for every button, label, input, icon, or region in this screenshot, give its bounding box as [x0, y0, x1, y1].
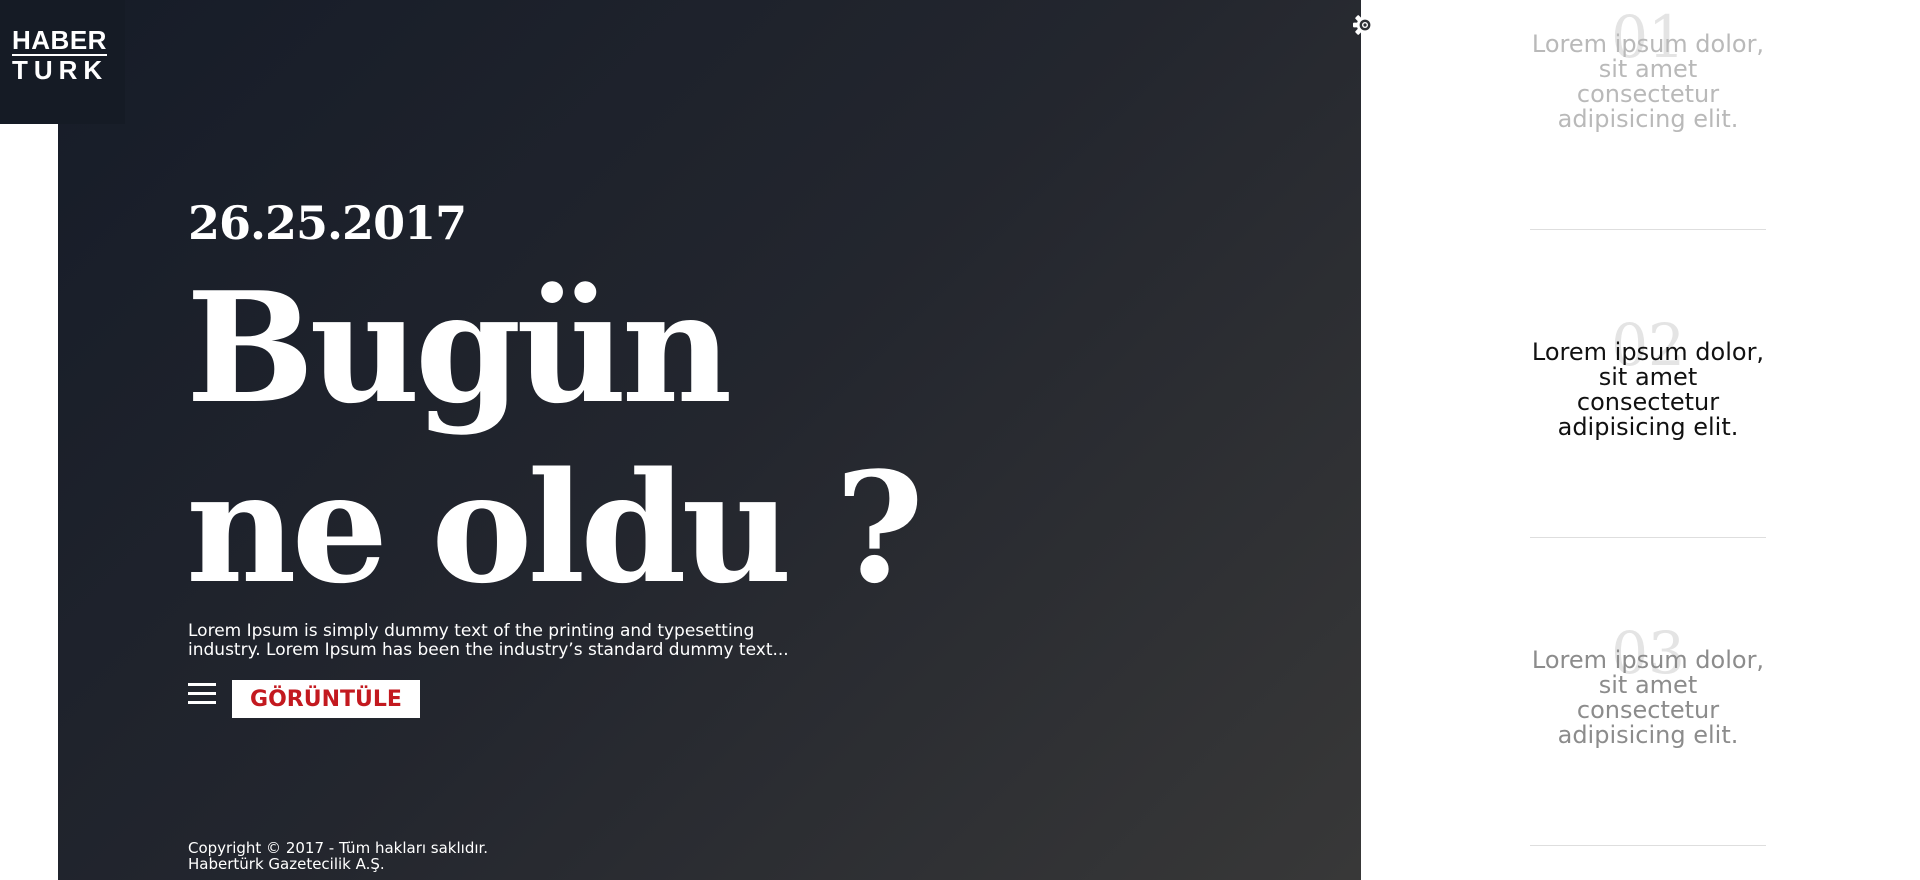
view-button[interactable]: GÖRÜNTÜLE — [232, 680, 420, 718]
side-item-text: Lorem ipsum dolor, sit amet consectetur … — [1531, 646, 1765, 749]
side-item-text: Lorem ipsum dolor, sit amet consectetur … — [1531, 338, 1765, 441]
side-item-03[interactable]: 03 Lorem ipsum dolor, sit amet consectet… — [1530, 616, 1766, 880]
side-item-02[interactable]: 02 Lorem ipsum dolor, sit amet consectet… — [1530, 308, 1766, 615]
copyright-line-2: Habertürk Gazetecilik A.Ş. — [188, 855, 385, 873]
hero-section: 26.25.2017 Bugün ne oldu ? Lorem Ipsum i… — [58, 0, 1377, 880]
side-divider — [1530, 537, 1766, 538]
headline-line-2: ne oldu ? — [186, 438, 924, 617]
logo-line-2: TURK — [12, 55, 109, 85]
hamburger-menu-icon — [188, 683, 216, 704]
page: 26.25.2017 Bugün ne oldu ? Lorem Ipsum i… — [0, 0, 1920, 880]
side-item-text: Lorem ipsum dolor, sit amet consectetur … — [1531, 30, 1765, 133]
gear-icon — [1353, 13, 1377, 37]
side-divider — [1530, 845, 1766, 846]
logo-line-1: HABER — [12, 25, 107, 56]
hero-description: Lorem Ipsum is simply dummy text of the … — [188, 621, 789, 660]
menu-button[interactable] — [188, 683, 216, 709]
headline-line-1: Bugün — [186, 258, 732, 437]
settings-button[interactable] — [1351, 11, 1379, 39]
copyright-line-1: Copyright © 2017 - Tüm hakları saklıdır. — [188, 839, 489, 857]
copyright: Copyright © 2017 - Tüm hakları saklıdır.… — [188, 840, 488, 872]
side-divider — [1530, 229, 1766, 230]
hero-headline: Bugün ne oldu ? — [186, 258, 924, 618]
logo[interactable]: HABER TURK — [0, 0, 125, 124]
hero-date: 26.25.2017 — [188, 196, 467, 250]
side-item-01[interactable]: 01 Lorem ipsum dolor, sit amet consectet… — [1530, 0, 1766, 307]
